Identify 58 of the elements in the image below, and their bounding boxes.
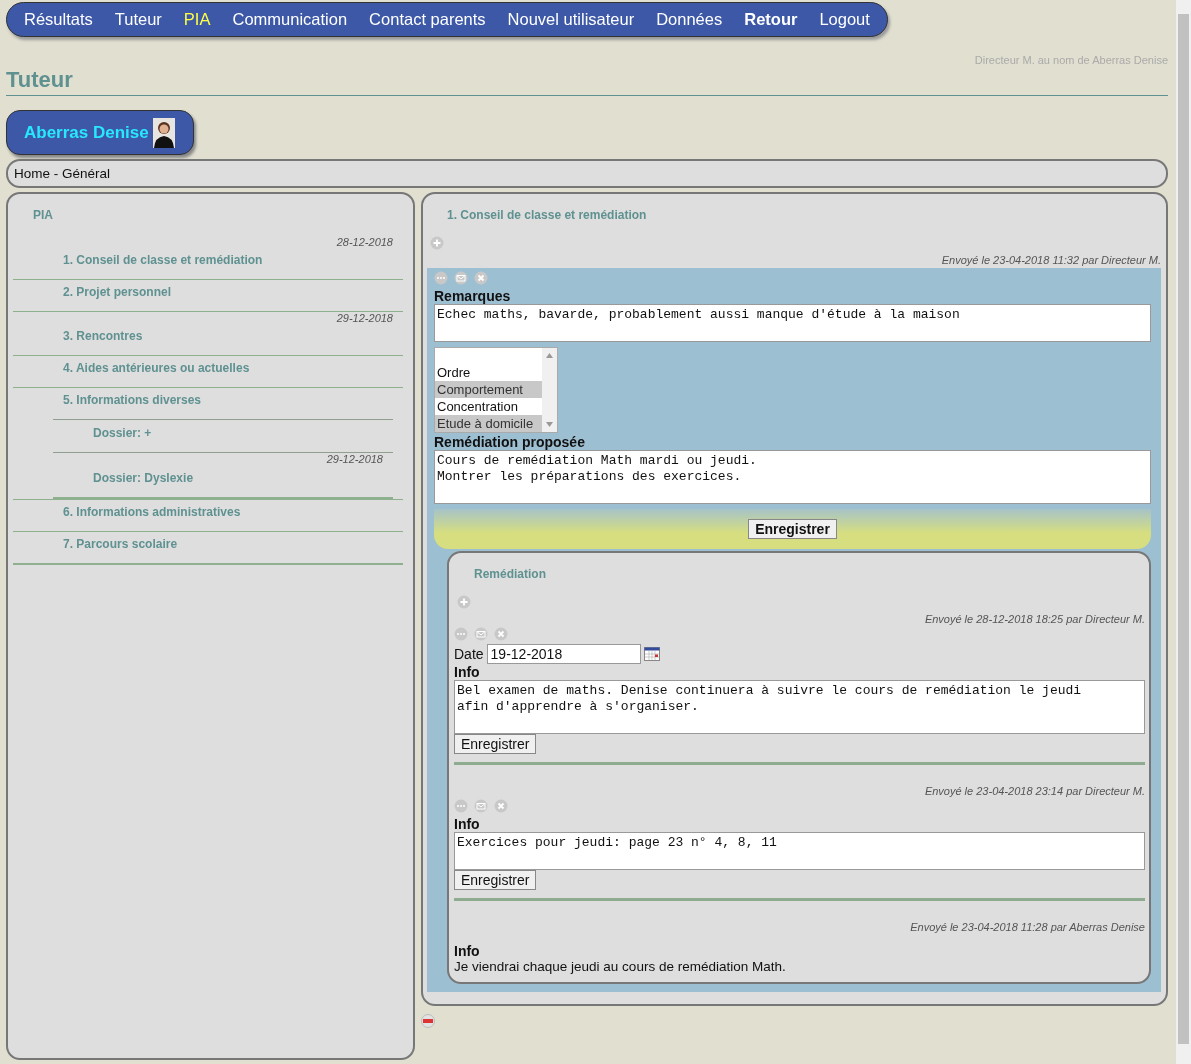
field-label: Info <box>454 664 481 680</box>
date-field[interactable]: 19-12-2018 <box>486 644 641 664</box>
category-listbox[interactable]: Ordre Comportement Concentration Etude à domicile <box>434 347 558 433</box>
field-label: Info <box>454 943 481 959</box>
sent-info: Envoyé le 23-04-2018 11:28 par Aberras Denise <box>909 921 1145 933</box>
info-text: Je viendrai chaque jeudi au cours de remédiation Math. <box>454 959 787 974</box>
nav-link[interactable]: Tuteur <box>103 10 173 29</box>
close-icon[interactable] <box>494 799 508 813</box>
section-title: 1. Conseil de classe et remédiation <box>446 208 648 222</box>
section-title: Remédiation <box>473 567 547 581</box>
mail-icon[interactable] <box>474 627 488 641</box>
more-icon[interactable] <box>454 799 468 813</box>
item-date: 29-12-2018 <box>335 312 394 324</box>
sent-info: Envoyé le 23-04-2018 11:32 par Directeur M. <box>940 254 1161 266</box>
list-option[interactable]: Ordre <box>435 364 542 381</box>
nav-link[interactable]: Logout <box>808 10 881 29</box>
field-label: Remarques <box>434 288 512 304</box>
nav-link[interactable]: PIA <box>172 10 222 29</box>
field-label: Remédiation proposée <box>434 434 586 450</box>
add-icon[interactable] <box>457 595 471 609</box>
item-date: 29-12-2018 <box>325 453 384 465</box>
close-icon[interactable] <box>474 271 488 285</box>
sent-info: Envoyé le 28-12-2018 18:25 par Directeur M. <box>923 613 1145 625</box>
info-field[interactable]: Bel examen de maths. Denise continuera à suivre le cours de remédiation le jeudi afin d'apprendre à s'organiser. <box>454 680 1145 734</box>
sent-info: Envoyé le 23-04-2018 23:14 par Directeur M. <box>923 785 1145 797</box>
save-button[interactable]: Enregistrer <box>454 734 537 754</box>
field-label: Info <box>454 816 481 832</box>
scrollbar[interactable] <box>542 348 557 432</box>
nav-link[interactable]: Nouvel utilisateur <box>496 10 646 29</box>
save-button[interactable]: Enregistrer <box>748 519 837 539</box>
nav-link[interactable]: Contact parents <box>358 10 497 29</box>
list-option[interactable]: Etude à domicile <box>435 415 542 432</box>
nav-link[interactable]: Communication <box>221 10 359 29</box>
close-icon[interactable] <box>494 627 508 641</box>
mail-icon[interactable] <box>474 799 488 813</box>
add-icon[interactable] <box>430 236 444 250</box>
item-date: 28-12-2018 <box>335 236 394 248</box>
nav-link[interactable]: Données <box>645 10 734 29</box>
calendar-icon[interactable] <box>643 647 660 661</box>
nav-link[interactable]: Retour <box>733 10 809 29</box>
list-option[interactable]: Concentration <box>435 398 542 415</box>
student-button[interactable]: Aberras Denise <box>6 110 194 155</box>
sidebar-title: PIA <box>32 208 54 222</box>
scroll-down-icon[interactable] <box>546 422 553 427</box>
scrollbar[interactable] <box>1176 0 1191 1064</box>
more-icon[interactable] <box>434 271 448 285</box>
scroll-up-icon[interactable] <box>546 353 553 358</box>
list-option[interactable]: Comportement <box>435 381 542 398</box>
remarks-field[interactable]: Echec maths, bavarde, probablement aussi manque d'étude à la maison <box>434 304 1151 342</box>
more-icon[interactable] <box>454 627 468 641</box>
page-title: Tuteur <box>6 67 1168 96</box>
field-label: Date <box>454 646 484 662</box>
remediation-field[interactable]: Cours de remédiation Math mardi ou jeudi. Montrer les préparations des exercices. <box>434 450 1151 504</box>
breadcrumb: Home - Général <box>6 159 1168 188</box>
save-button[interactable]: Enregistrer <box>454 870 537 890</box>
nav-link[interactable]: Résultats <box>13 10 104 29</box>
mail-icon[interactable] <box>454 271 468 285</box>
info-field[interactable]: Exercices pour jeudi: page 23 n° 4, 8, 11 <box>454 832 1145 870</box>
